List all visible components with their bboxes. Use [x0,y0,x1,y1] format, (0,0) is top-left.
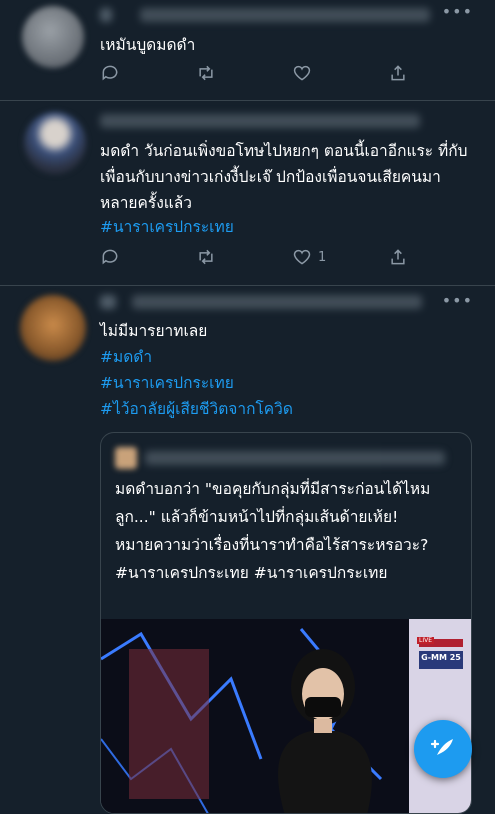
like-button[interactable]: 1 [292,246,326,268]
author-name-blurred [100,295,116,309]
quoted-tweet-text: มดดำบอกว่า "ขอคุยกับกลุ่มที่มีสาระก่อนได… [115,480,431,582]
share-icon [391,249,405,265]
share-button[interactable] [388,246,408,268]
hashtag-link[interactable]: #นาราเครปกระเทย [100,370,470,396]
avatar[interactable] [24,112,86,174]
tweet-text: ไม่มีมารยาทเลย [100,322,208,340]
tweet-actions: 1 [100,246,405,270]
reply-button[interactable] [100,246,120,268]
avatar[interactable] [22,6,84,68]
more-icon[interactable]: ••• [442,291,473,310]
like-button[interactable] [292,62,312,84]
hashtag-link[interactable]: #มดดำ [100,344,470,370]
author-name-blurred [100,8,112,22]
tweet-actions [100,62,405,86]
quoted-media-image[interactable]: LIVE G-MM 25 [101,619,471,813]
retweet-icon [199,249,213,265]
reply-button[interactable] [100,62,120,84]
tweet-1[interactable]: ••• เหมันบูดมดดำ [0,0,495,101]
author-handle-blurred [132,295,422,309]
stage-background [101,619,471,813]
tweet-2[interactable]: มดดำ วันก่อนเพิ่งขอโทษไปหยกๆ ตอนนี้เอาอี… [0,100,495,286]
tweet-text: มดดำ วันก่อนเพิ่งขอโทษไปหยกๆ ตอนนี้เอาอี… [100,142,468,212]
share-button[interactable] [388,62,408,84]
heart-icon [293,249,311,265]
compose-tweet-button[interactable] [414,720,472,778]
quoted-author-blurred [145,451,445,465]
retweet-button[interactable] [196,62,216,84]
reply-icon [102,65,118,81]
live-badge: LIVE [417,637,435,644]
hashtag-link[interactable]: #ไว้อาลัยผู้เสียชีวิตจากโควิด [100,396,470,422]
tweet-text: เหมันบูดมดดำ [100,36,196,54]
compose-tweet-icon [430,739,453,755]
heart-icon [293,65,311,81]
share-icon [391,65,405,81]
more-icon[interactable]: ••• [442,2,473,21]
author-name-blurred [100,114,420,128]
retweet-button[interactable] [196,246,216,268]
like-count: 1 [318,249,327,265]
channel-logo: G-MM 25 [421,653,461,662]
quoted-avatar [115,447,137,469]
avatar[interactable] [20,295,86,361]
author-handle-blurred [140,8,430,22]
tweet-hashtags: #มดดำ #นาราเครปกระเทย #ไว้อาลัยผู้เสียชี… [100,344,470,422]
retweet-icon [199,65,213,81]
reply-icon [102,249,118,265]
tweet-hashtag[interactable]: #นาราเครปกระเทย [100,214,470,240]
